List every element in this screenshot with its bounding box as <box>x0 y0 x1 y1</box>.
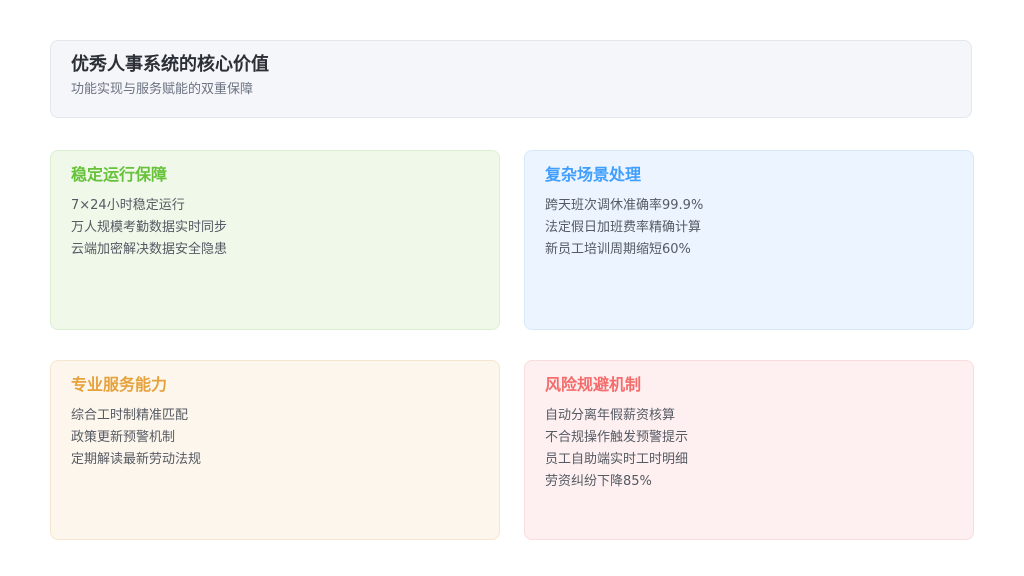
list-item: 自动分离年假薪资核算 <box>545 408 676 423</box>
list-item: 万人规模考勤数据实时同步 <box>71 220 228 235</box>
list-item: 新员工培训周期缩短60% <box>545 242 691 257</box>
card-risk-avoidance: 风险规避机制 自动分离年假薪资核算 不合规操作触发预警提示 员工自助端实时工时明… <box>524 360 974 540</box>
list-item: 劳资纠纷下降85% <box>545 474 652 489</box>
card-complex-scenarios: 复杂场景处理 跨天班次调休准确率99.9% 法定假日加班费率精确计算 新员工培训… <box>524 150 974 330</box>
list-item: 不合规操作触发预警提示 <box>545 430 689 445</box>
list-item: 7×24小时稳定运行 <box>71 198 185 213</box>
card-title: 专业服务能力 <box>71 375 168 394</box>
list-item: 政策更新预警机制 <box>71 430 176 445</box>
list-item: 定期解读最新劳动法规 <box>71 452 202 467</box>
page-subtitle: 功能实现与服务赋能的双重保障 <box>71 82 254 97</box>
card-title: 风险规避机制 <box>545 375 642 394</box>
page-title: 优秀人事系统的核心价值 <box>71 54 269 75</box>
card-title: 稳定运行保障 <box>71 165 168 184</box>
list-item: 跨天班次调休准确率99.9% <box>545 198 704 213</box>
list-item: 云端加密解决数据安全隐患 <box>71 242 228 257</box>
card-professional-service: 专业服务能力 综合工时制精准匹配 政策更新预警机制 定期解读最新劳动法规 <box>50 360 500 540</box>
list-item: 综合工时制精准匹配 <box>71 408 189 423</box>
card-title: 复杂场景处理 <box>545 165 642 184</box>
card-stable-operation: 稳定运行保障 7×24小时稳定运行 万人规模考勤数据实时同步 云端加密解决数据安… <box>50 150 500 330</box>
list-item: 法定假日加班费率精确计算 <box>545 220 702 235</box>
list-item: 员工自助端实时工时明细 <box>545 452 689 467</box>
header-panel: 优秀人事系统的核心价值 功能实现与服务赋能的双重保障 <box>50 40 972 118</box>
